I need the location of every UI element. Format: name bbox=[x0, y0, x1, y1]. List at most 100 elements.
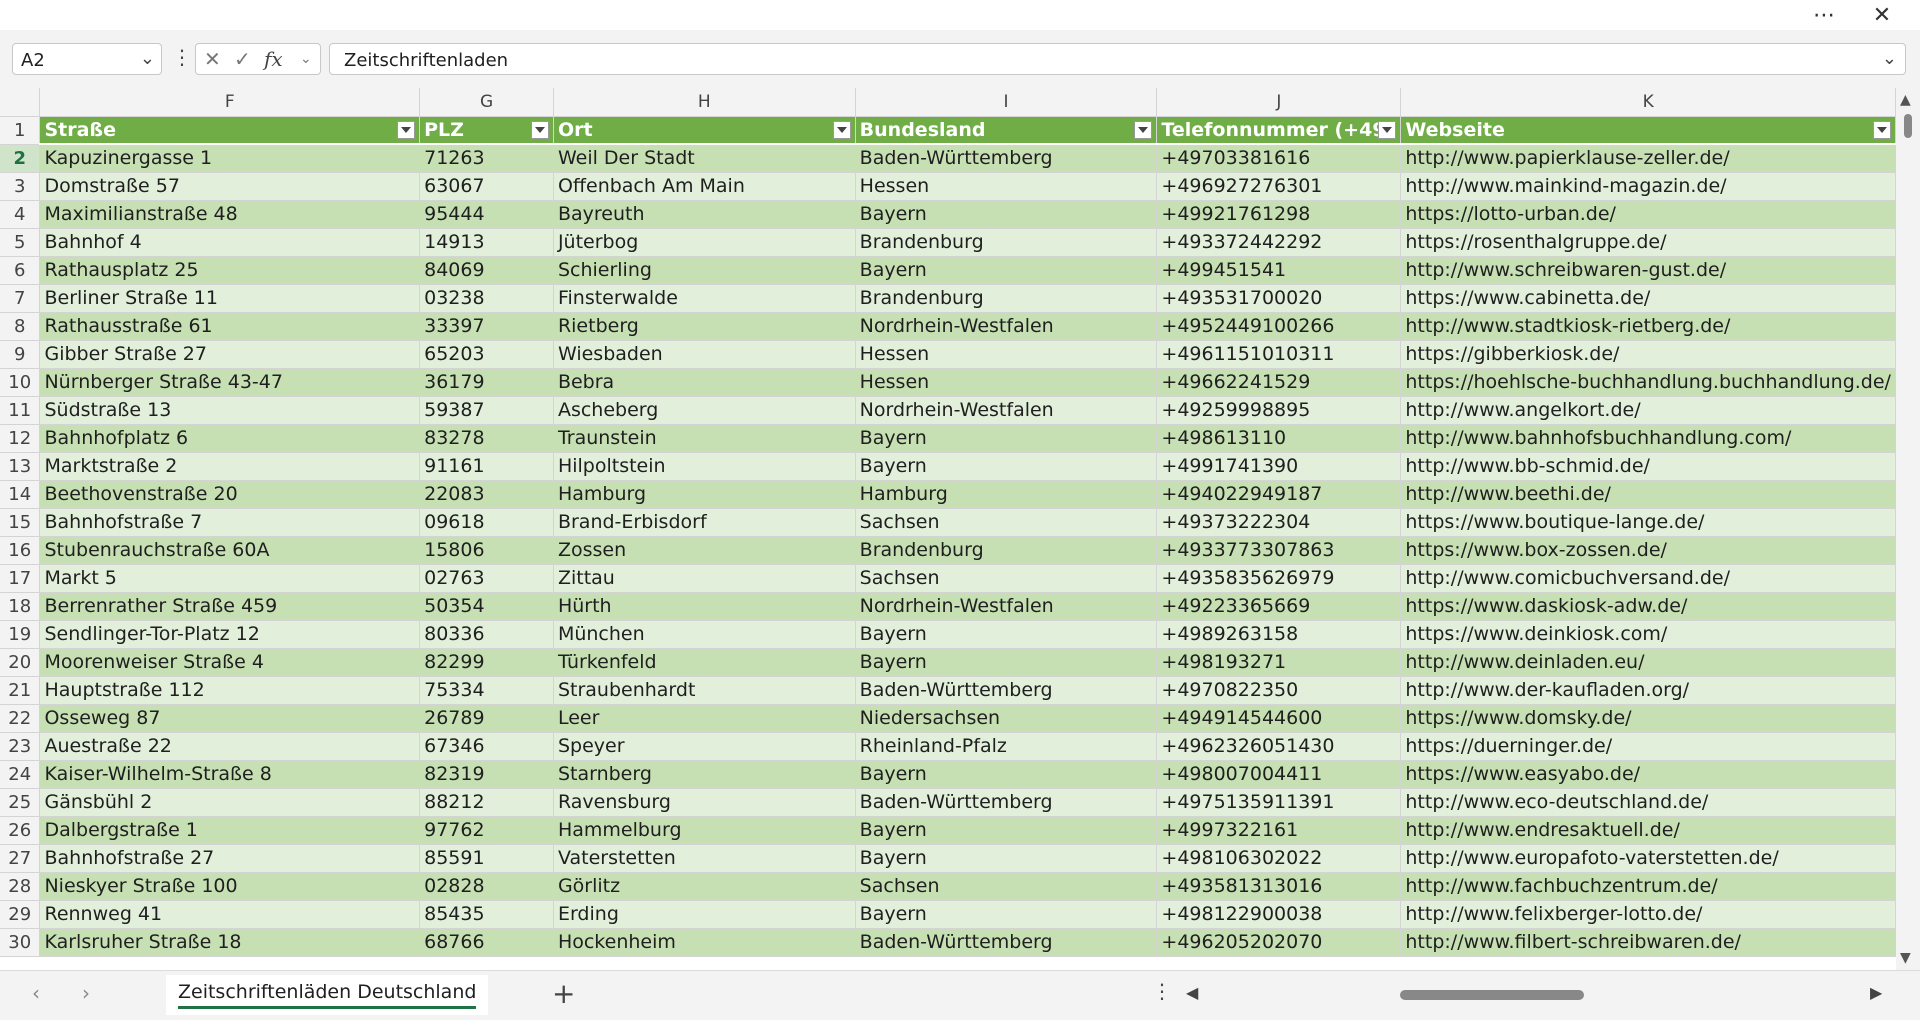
table-cell[interactable]: +49662241529 bbox=[1156, 368, 1402, 397]
table-cell[interactable]: 14913 bbox=[419, 228, 554, 257]
table-cell[interactable]: Offenbach Am Main bbox=[553, 172, 856, 201]
more-vertical-icon[interactable]: ⋮ bbox=[1152, 979, 1172, 1003]
table-cell[interactable]: Hilpoltstein bbox=[553, 452, 856, 481]
table-cell[interactable]: Auestraße 22 bbox=[39, 732, 421, 761]
table-cell[interactable]: Rheinland-Pfalz bbox=[855, 732, 1158, 761]
table-cell[interactable]: http://www.eco-deutschland.de/ bbox=[1400, 788, 1896, 817]
row-number[interactable]: 23 bbox=[0, 732, 41, 761]
table-cell[interactable]: Görlitz bbox=[553, 872, 856, 901]
scroll-left-icon[interactable]: ◀ bbox=[1186, 983, 1198, 1002]
column-header[interactable]: F bbox=[39, 88, 421, 117]
table-cell[interactable]: 09618 bbox=[419, 508, 554, 537]
table-cell[interactable]: Berliner Straße 11 bbox=[39, 284, 421, 313]
scroll-up-icon[interactable]: ▲ bbox=[1900, 92, 1911, 108]
cancel-icon[interactable]: ✕ bbox=[204, 47, 221, 71]
table-cell[interactable]: +499451541 bbox=[1156, 256, 1402, 285]
row-number[interactable]: 9 bbox=[0, 340, 41, 369]
expand-formula-icon[interactable]: ⌄ bbox=[1882, 48, 1897, 69]
table-cell[interactable]: 88212 bbox=[419, 788, 554, 817]
row-number[interactable]: 25 bbox=[0, 788, 41, 817]
scroll-right-icon[interactable]: ▶ bbox=[1870, 983, 1882, 1002]
enter-icon[interactable]: ✓ bbox=[234, 47, 251, 71]
row-number[interactable]: 19 bbox=[0, 620, 41, 649]
table-cell[interactable]: https://rosenthalgruppe.de/ bbox=[1400, 228, 1896, 257]
table-cell[interactable]: Nordrhein-Westfalen bbox=[855, 312, 1158, 341]
table-cell[interactable]: 03238 bbox=[419, 284, 554, 313]
sheet-tab-active[interactable]: Zeitschriftenläden Deutschland bbox=[166, 975, 489, 1015]
table-cell[interactable]: Bahnhofstraße 27 bbox=[39, 844, 421, 873]
table-cell[interactable]: 83278 bbox=[419, 424, 554, 453]
table-cell[interactable]: 59387 bbox=[419, 396, 554, 425]
table-cell[interactable]: +49259998895 bbox=[1156, 396, 1402, 425]
table-cell[interactable]: Domstraße 57 bbox=[39, 172, 421, 201]
table-cell[interactable]: 85591 bbox=[419, 844, 554, 873]
row-number[interactable]: 6 bbox=[0, 256, 41, 285]
table-cell[interactable]: Hauptstraße 112 bbox=[39, 676, 421, 705]
table-cell[interactable]: Brandenburg bbox=[855, 228, 1158, 257]
table-cell[interactable]: Brandenburg bbox=[855, 284, 1158, 313]
table-cell[interactable]: Bayreuth bbox=[553, 200, 856, 229]
table-cell[interactable]: Gänsbühl 2 bbox=[39, 788, 421, 817]
column-header[interactable]: K bbox=[1400, 88, 1896, 117]
table-cell[interactable]: 15806 bbox=[419, 536, 554, 565]
table-cell[interactable]: Maximilianstraße 48 bbox=[39, 200, 421, 229]
table-cell[interactable]: 67346 bbox=[419, 732, 554, 761]
table-cell[interactable]: Hürth bbox=[553, 592, 856, 621]
table-cell[interactable]: Ascheberg bbox=[553, 396, 856, 425]
table-cell[interactable]: http://www.europafoto-vaterstetten.de/ bbox=[1400, 844, 1896, 873]
table-cell[interactable]: Ravensburg bbox=[553, 788, 856, 817]
table-cell[interactable]: http://www.deinladen.eu/ bbox=[1400, 648, 1896, 677]
table-cell[interactable]: Türkenfeld bbox=[553, 648, 856, 677]
table-cell[interactable]: +4975135911391 bbox=[1156, 788, 1402, 817]
table-cell[interactable]: https://hoehlsche-buchhandlung.buchhandl… bbox=[1400, 368, 1896, 397]
table-cell[interactable]: Sachsen bbox=[855, 508, 1158, 537]
table-cell[interactable]: 82299 bbox=[419, 648, 554, 677]
table-cell[interactable]: http://www.bb-schmid.de/ bbox=[1400, 452, 1896, 481]
table-cell[interactable]: Osseweg 87 bbox=[39, 704, 421, 733]
table-cell[interactable]: https://duerninger.de/ bbox=[1400, 732, 1896, 761]
header-cell[interactable]: Ort bbox=[553, 116, 856, 145]
table-cell[interactable]: München bbox=[553, 620, 856, 649]
table-cell[interactable]: 75334 bbox=[419, 676, 554, 705]
table-cell[interactable]: Marktstraße 2 bbox=[39, 452, 421, 481]
table-cell[interactable]: +4962326051430 bbox=[1156, 732, 1402, 761]
table-cell[interactable]: Sachsen bbox=[855, 564, 1158, 593]
row-number[interactable]: 27 bbox=[0, 844, 41, 873]
row-number[interactable]: 21 bbox=[0, 676, 41, 705]
table-cell[interactable]: Bayern bbox=[855, 452, 1158, 481]
table-cell[interactable]: +4997322161 bbox=[1156, 816, 1402, 845]
plus-icon[interactable]: + bbox=[552, 977, 575, 1010]
table-cell[interactable]: +493531700020 bbox=[1156, 284, 1402, 313]
column-header[interactable]: J bbox=[1156, 88, 1402, 117]
table-cell[interactable]: Niedersachsen bbox=[855, 704, 1158, 733]
chevron-down-icon[interactable]: ⌄ bbox=[300, 51, 312, 67]
column-header[interactable]: I bbox=[855, 88, 1158, 117]
table-cell[interactable]: https://www.daskiosk-adw.de/ bbox=[1400, 592, 1896, 621]
table-cell[interactable]: +498193271 bbox=[1156, 648, 1402, 677]
row-number[interactable]: 18 bbox=[0, 592, 41, 621]
filter-dropdown-icon[interactable] bbox=[832, 120, 851, 139]
row-number[interactable]: 13 bbox=[0, 452, 41, 481]
row-number[interactable]: 12 bbox=[0, 424, 41, 453]
table-cell[interactable]: Schierling bbox=[553, 256, 856, 285]
table-cell[interactable]: Hammelburg bbox=[553, 816, 856, 845]
table-cell[interactable]: +493372442292 bbox=[1156, 228, 1402, 257]
table-cell[interactable]: Bayern bbox=[855, 648, 1158, 677]
table-cell[interactable]: Hamburg bbox=[553, 480, 856, 509]
table-cell[interactable]: Kapuzinergasse 1 bbox=[39, 144, 421, 173]
table-cell[interactable]: Bayern bbox=[855, 424, 1158, 453]
table-cell[interactable]: +4952449100266 bbox=[1156, 312, 1402, 341]
row-number[interactable]: 4 bbox=[0, 200, 41, 229]
more-horizontal-icon[interactable]: ⋯ bbox=[1802, 0, 1846, 30]
vertical-scrollbar[interactable]: ▲ ▼ bbox=[1896, 88, 1920, 970]
filter-dropdown-icon[interactable] bbox=[1134, 120, 1153, 139]
filter-dropdown-icon[interactable] bbox=[397, 120, 416, 139]
table-cell[interactable]: +493581313016 bbox=[1156, 872, 1402, 901]
row-number[interactable]: 7 bbox=[0, 284, 41, 313]
table-cell[interactable]: 95444 bbox=[419, 200, 554, 229]
row-number[interactable]: 2 bbox=[0, 144, 41, 173]
table-cell[interactable]: http://www.endresaktuell.de/ bbox=[1400, 816, 1896, 845]
table-cell[interactable]: http://www.der-kaufladen.org/ bbox=[1400, 676, 1896, 705]
filter-dropdown-icon[interactable] bbox=[1873, 120, 1891, 139]
table-cell[interactable]: Brand-Erbisdorf bbox=[553, 508, 856, 537]
